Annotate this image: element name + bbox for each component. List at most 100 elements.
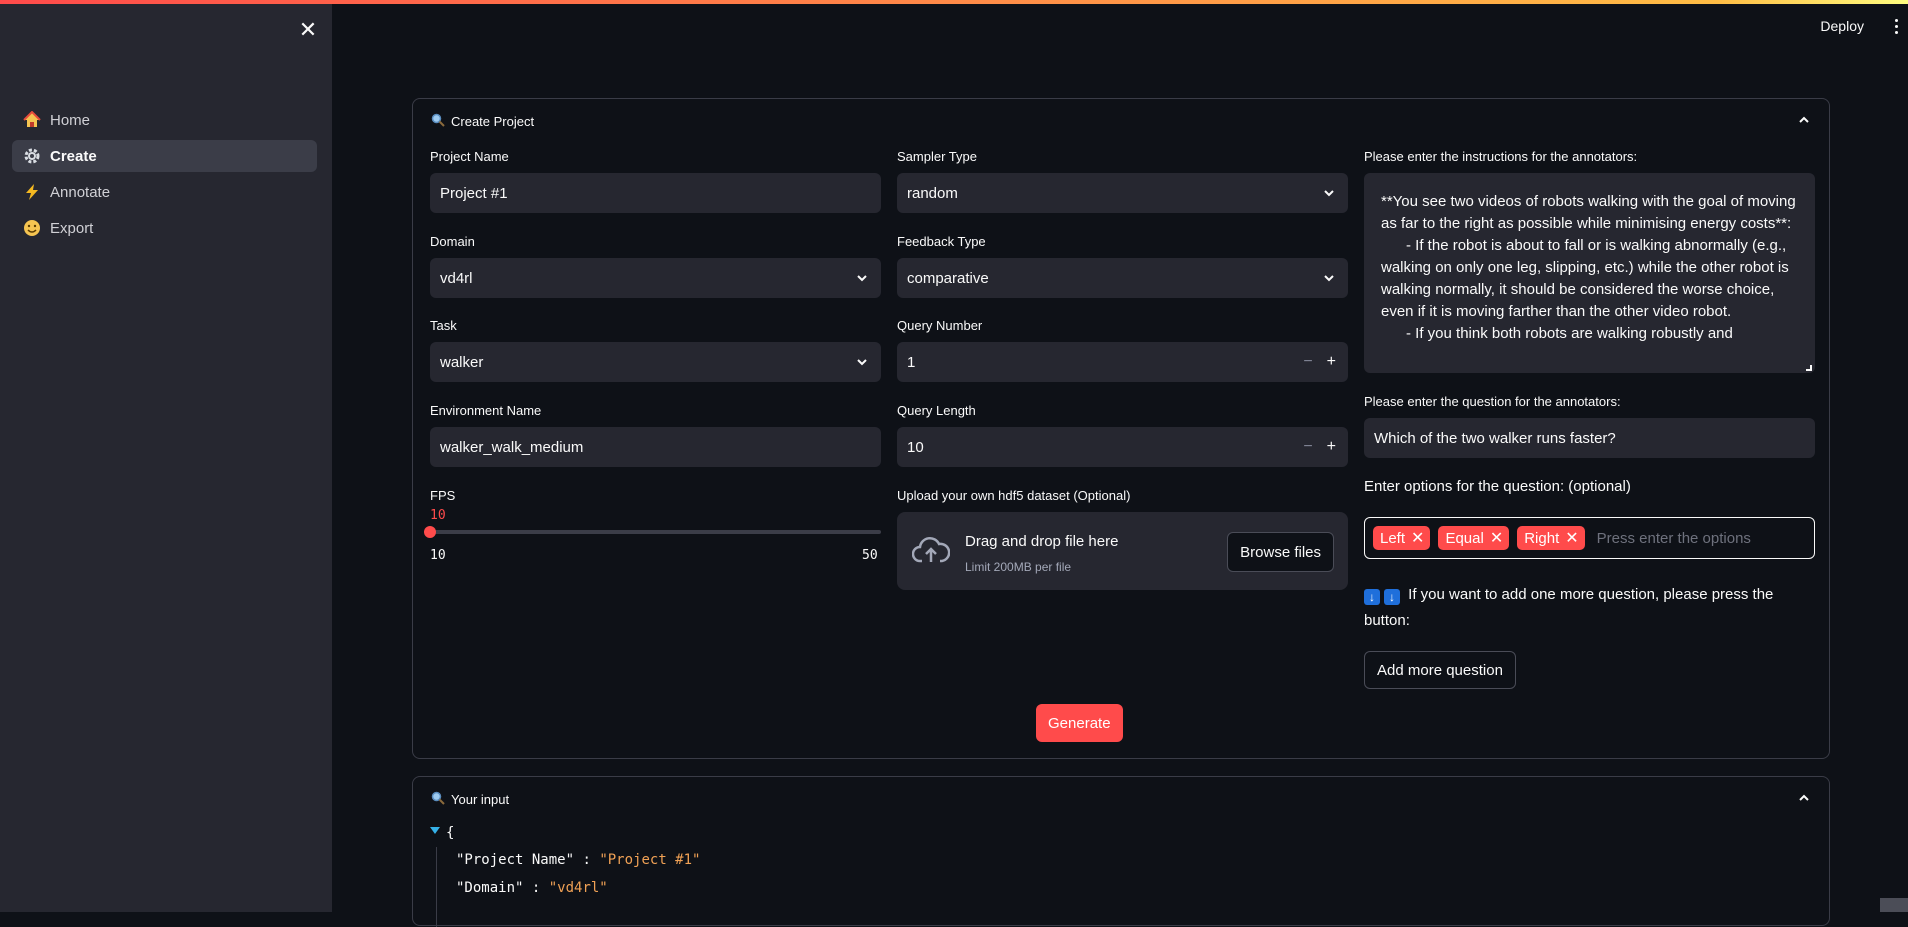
remove-tag-icon[interactable]: ✕	[1411, 528, 1424, 548]
sidebar-item-label: Annotate	[50, 184, 110, 201]
sidebar-item-annotate[interactable]: Annotate	[12, 176, 317, 208]
task-value: walker	[440, 354, 483, 371]
fps-slider-max: 50	[862, 548, 878, 563]
chevron-down-icon	[855, 271, 869, 285]
sidebar-item-create[interactable]: Create	[12, 140, 317, 172]
fps-label: FPS	[430, 488, 455, 503]
option-tag: Left ✕	[1373, 526, 1430, 550]
app-header-actions: Deploy	[1820, 14, 1908, 38]
collapse-chevron-icon[interactable]	[1797, 113, 1811, 127]
question-input[interactable]: Which of the two walker runs faster?	[1364, 418, 1815, 458]
json-value: "Project #1"	[599, 852, 700, 868]
increment-icon[interactable]: +	[1327, 438, 1336, 456]
house-icon	[22, 110, 42, 130]
file-uploader-dropzone[interactable]: Drag and drop file here Limit 200MB per …	[897, 512, 1348, 590]
down-arrow-icon: ↓	[1364, 589, 1380, 605]
chevron-down-icon	[855, 355, 869, 369]
options-placeholder: Press enter the options	[1597, 530, 1751, 547]
lightning-icon	[22, 182, 42, 202]
query-length-value: 10	[907, 439, 924, 456]
feedback-type-label: Feedback Type	[897, 234, 986, 249]
expander-title: Your input	[451, 792, 509, 807]
upload-label: Upload your own hdf5 dataset (Optional)	[897, 488, 1130, 503]
options-label: Enter options for the question: (optiona…	[1364, 478, 1631, 495]
your-input-expander: Your input { "Project Name" : "Project #…	[412, 776, 1830, 926]
question-label: Please enter the question for the annota…	[1364, 394, 1621, 409]
domain-value: vd4rl	[440, 270, 473, 287]
json-indent-guide	[436, 847, 437, 927]
sidebar: ✕ Home Create Annotate Export	[0, 4, 332, 912]
domain-label: Domain	[430, 234, 475, 249]
sampler-type-label: Sampler Type	[897, 149, 977, 164]
option-tag: Right ✕	[1517, 526, 1584, 550]
instructions-textarea[interactable]: **You see two videos of robots walking w…	[1364, 173, 1815, 373]
down-arrow-icon: ↓	[1384, 589, 1400, 605]
generate-button[interactable]: Generate	[1036, 704, 1123, 742]
fps-slider-thumb[interactable]	[424, 526, 436, 538]
expander-header[interactable]: Create Project	[431, 113, 534, 130]
decrement-icon[interactable]: −	[1303, 353, 1312, 371]
chevron-down-icon	[1322, 186, 1336, 200]
smiley-icon	[22, 218, 42, 238]
sidebar-item-label: Export	[50, 220, 93, 237]
project-name-label: Project Name	[430, 149, 509, 164]
decrement-icon[interactable]: −	[1303, 438, 1312, 456]
chevron-down-icon	[1322, 271, 1336, 285]
json-value: "vd4rl"	[549, 880, 608, 896]
fps-slider-track[interactable]	[430, 530, 881, 534]
remove-tag-icon[interactable]: ✕	[1565, 528, 1578, 548]
query-number-input[interactable]: 1 − +	[897, 342, 1348, 382]
browse-files-button[interactable]: Browse files	[1227, 532, 1334, 572]
deploy-button[interactable]: Deploy	[1820, 18, 1864, 34]
domain-select[interactable]: vd4rl	[430, 258, 881, 298]
magnifier-icon	[431, 113, 445, 130]
increment-icon[interactable]: +	[1327, 353, 1336, 371]
task-select[interactable]: walker	[430, 342, 881, 382]
option-tag-label: Equal	[1445, 530, 1483, 547]
environment-name-value: walker_walk_medium	[440, 439, 583, 456]
project-name-input[interactable]: Project #1	[430, 173, 881, 213]
sampler-type-select[interactable]: random	[897, 173, 1348, 213]
sidebar-nav: Home Create Annotate Export	[12, 104, 317, 248]
query-length-input[interactable]: 10 − +	[897, 427, 1348, 467]
magnifier-icon	[431, 791, 445, 808]
query-number-value: 1	[907, 354, 915, 371]
json-collapse-caret-icon[interactable]	[430, 827, 440, 835]
create-project-expander: Create Project Project Name Project #1 D…	[412, 98, 1830, 759]
option-tag-label: Right	[1524, 530, 1559, 547]
project-name-value: Project #1	[440, 185, 508, 202]
json-key: "Project Name"	[456, 852, 574, 868]
sidebar-item-home[interactable]: Home	[12, 104, 317, 136]
add-more-question-button[interactable]: Add more question	[1364, 651, 1516, 689]
option-tag: Equal ✕	[1438, 526, 1509, 550]
query-number-stepper: − +	[1303, 342, 1342, 382]
corner-indicator	[1880, 898, 1908, 912]
add-question-hint-text: If you want to add one more question, pl…	[1364, 586, 1773, 629]
sidebar-item-label: Create	[50, 148, 97, 165]
close-sidebar-icon[interactable]: ✕	[298, 20, 318, 40]
feedback-type-value: comparative	[907, 270, 989, 287]
sampler-type-value: random	[907, 185, 958, 202]
question-value: Which of the two walker runs faster?	[1374, 430, 1616, 447]
collapse-chevron-icon[interactable]	[1797, 791, 1811, 805]
json-entry: "Project Name" : "Project #1"	[456, 852, 700, 868]
task-label: Task	[430, 318, 457, 333]
resize-handle-icon[interactable]	[1806, 365, 1812, 371]
dropzone-title: Drag and drop file here	[965, 533, 1118, 550]
expander-title: Create Project	[451, 114, 534, 129]
environment-name-input[interactable]: walker_walk_medium	[430, 427, 881, 467]
remove-tag-icon[interactable]: ✕	[1490, 528, 1503, 548]
environment-name-label: Environment Name	[430, 403, 541, 418]
option-tag-label: Left	[1380, 530, 1405, 547]
query-number-label: Query Number	[897, 318, 982, 333]
options-tag-input[interactable]: Left ✕ Equal ✕ Right ✕ Press enter the o…	[1364, 517, 1815, 559]
json-entry: "Domain" : "vd4rl"	[456, 880, 608, 896]
instructions-label: Please enter the instructions for the an…	[1364, 149, 1637, 164]
expander-header[interactable]: Your input	[431, 791, 509, 808]
json-open-brace: {	[446, 825, 454, 841]
feedback-type-select[interactable]: comparative	[897, 258, 1348, 298]
dropzone-limit: Limit 200MB per file	[965, 560, 1071, 574]
sidebar-item-export[interactable]: Export	[12, 212, 317, 244]
main-menu-icon[interactable]	[1890, 19, 1902, 34]
add-question-hint: ↓↓ If you want to add one more question,…	[1364, 582, 1815, 634]
